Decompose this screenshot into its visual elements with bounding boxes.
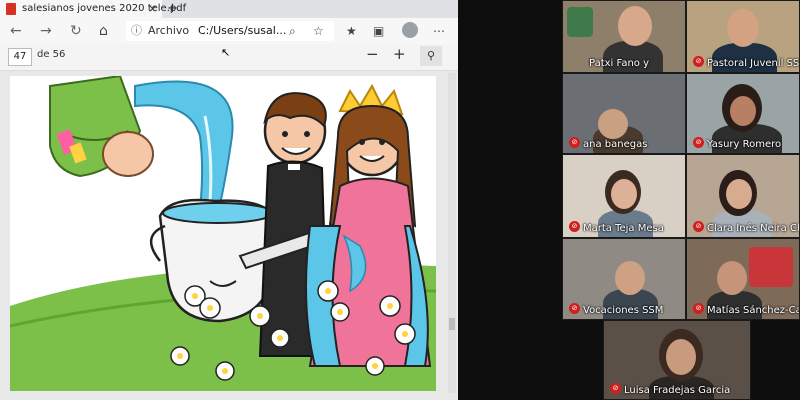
mic-muted-icon: ⊘ [693,56,704,67]
hand [102,131,154,177]
tab-bar: salesianos jovenes 2020 tele.pdf × + [0,0,458,18]
video-tile[interactable]: Patxi Fano y [562,0,686,73]
participant-name: Luisa Fradejas Garcia [624,385,731,396]
participant-name: Clara Inés Neira Chá [707,223,800,234]
participant-name: ana banegas [583,139,648,150]
scrollbar-track[interactable] [448,73,456,393]
address-path: C:/Users/susal... [198,24,287,37]
pdf-icon [6,3,16,15]
info-icon[interactable]: ⓘ [131,21,142,41]
video-tile[interactable]: ⊘ Vocaciones SSM [562,238,686,320]
mic-muted-icon: ⊘ [693,221,704,232]
participant-name: Vocaciones SSM [583,305,664,316]
home-icon[interactable]: ⌂ [99,21,108,41]
participant-name: Marta Teja Mesa [583,223,664,234]
mic-muted-icon: ⊘ [569,303,580,314]
video-tile[interactable]: ⊘ Yasury Romero [686,73,800,154]
favorite-star-icon[interactable]: ☆ [313,24,324,38]
search-icon[interactable]: ⌕ [289,24,296,39]
video-tile[interactable]: ⊘ Marta Teja Mesa [562,154,686,238]
forward-icon[interactable]: → [40,21,52,41]
mouse-cursor-icon: ↖ [221,46,231,59]
page-illustration [10,76,436,391]
profile-avatar[interactable] [402,22,418,38]
menu-icon[interactable]: ⋯ [433,24,445,38]
participant-name: Yasury Romero [707,139,782,150]
back-icon[interactable]: ← [10,21,22,41]
page-count: de 56 [37,49,66,60]
mic-muted-icon: ⊘ [569,221,580,232]
browser-toolbar: ← → ↻ ⌂ ⓘ Archivo C:/Users/susal... ⌕ ☆ … [0,18,458,44]
participant-name: Matías Sánchez-Car [707,305,800,316]
mic-muted-icon: ⊘ [693,303,704,314]
video-tile[interactable]: ⊘ Luisa Fradejas Garcia [603,320,751,400]
video-tile[interactable]: ⊘ Clara Inés Neira Chá [686,154,800,238]
browser-window: salesianos jovenes 2020 tele.pdf × + ← →… [0,0,458,400]
pdf-page [10,76,436,391]
video-tile[interactable]: ⊘ Matías Sánchez-Car [686,238,800,320]
participant-name: Patxi Fano y [589,58,650,69]
collections-icon[interactable]: ▣ [373,24,384,38]
zoom-out-button[interactable]: − [366,45,379,63]
video-tile[interactable]: ⊘ Pastoral Juvenil SSM [686,0,800,73]
favorites-icon[interactable]: ★ [346,24,357,38]
scrollbar-thumb[interactable] [449,318,455,330]
mic-muted-icon: ⊘ [693,137,704,148]
address-label: Archivo [148,24,190,37]
new-tab-button[interactable]: + [167,0,178,18]
mic-muted-icon: ⊘ [569,137,580,148]
page-number-input[interactable]: 47 [8,48,32,66]
tab-pdf[interactable]: salesianos jovenes 2020 tele.pdf × [0,0,186,18]
address-bar[interactable]: ⓘ Archivo C:/Users/susal... [126,21,334,41]
pin-toolbar-icon[interactable]: ⚲ [420,46,442,66]
refresh-icon[interactable]: ↻ [70,21,82,41]
close-tab-icon[interactable]: × [148,0,157,18]
video-tile[interactable]: ⊘ ana banegas [562,73,686,154]
mic-muted-icon: ⊘ [610,383,621,394]
zoom-in-button[interactable]: + [393,45,406,63]
tab-title: salesianos jovenes 2020 tele.pdf [22,3,187,14]
participant-name: Pastoral Juvenil SSM [707,58,800,69]
pdf-viewer[interactable] [0,71,458,400]
